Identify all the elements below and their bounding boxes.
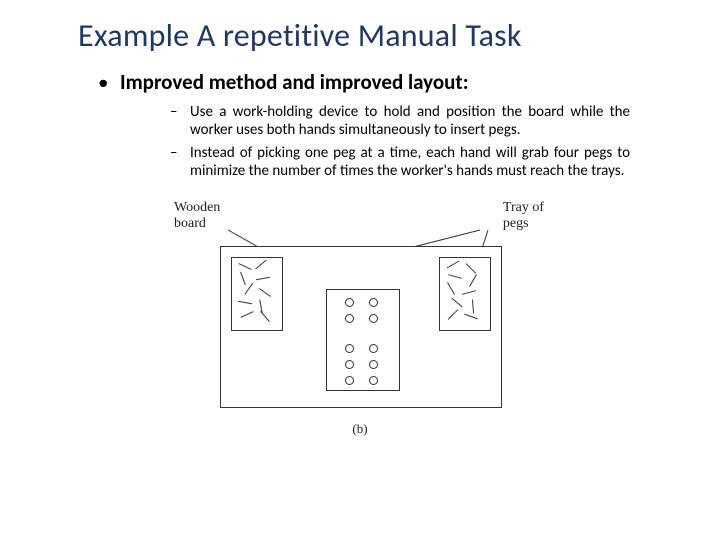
slide-title: Example A repetitive Manual Task (78, 16, 680, 55)
bullet-level1: Improved method and improved layout: (120, 69, 680, 95)
slide: Example A repetitive Manual Task Improve… (0, 0, 720, 435)
bullet-level2: Use a work-holding device to hold and po… (190, 103, 630, 140)
tray-left (231, 257, 283, 331)
bullet-level2: Instead of picking one peg at a time, ea… (190, 144, 630, 181)
wooden-board (326, 289, 400, 391)
figure: and common peekeele so reomviste. The so… (170, 200, 550, 435)
tray-right (439, 257, 491, 331)
work-table (220, 246, 502, 408)
figure-caption: (b) (170, 421, 550, 437)
